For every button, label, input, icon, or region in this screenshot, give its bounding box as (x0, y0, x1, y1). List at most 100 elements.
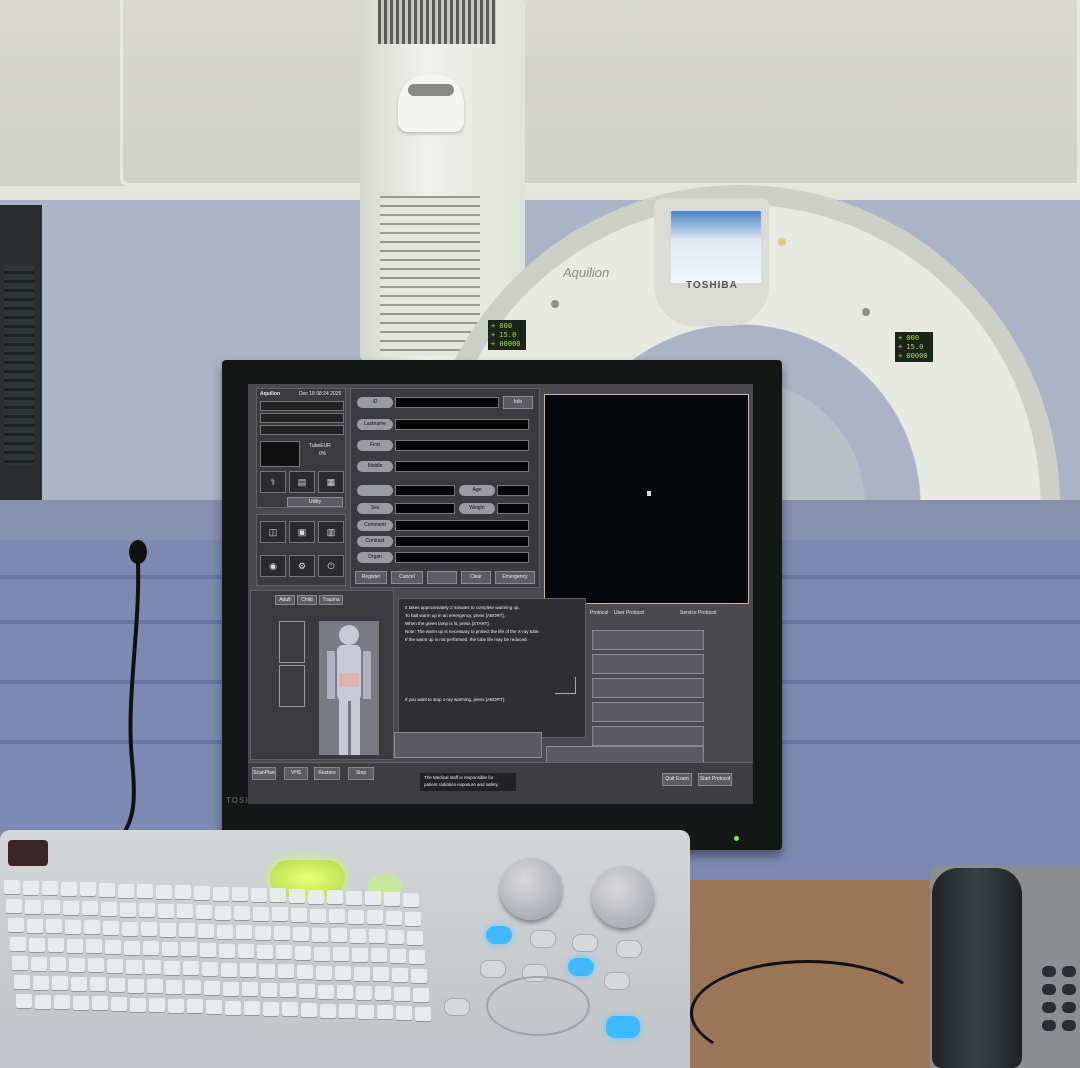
keyboard-key[interactable] (202, 962, 218, 976)
keyboard-key[interactable] (6, 899, 22, 913)
phone-key[interactable] (1042, 1002, 1056, 1013)
keyboard-key[interactable] (111, 997, 127, 1011)
weight-field[interactable] (497, 503, 529, 514)
settings-icon[interactable]: ⚙ (289, 555, 315, 577)
protocol-row[interactable] (592, 726, 704, 746)
keyboard-key[interactable] (29, 938, 45, 952)
keyboard-key[interactable] (128, 979, 144, 993)
image-icon[interactable]: ▥ (318, 521, 344, 543)
couch-knob-right[interactable] (592, 866, 654, 928)
lit-button[interactable] (606, 1016, 640, 1038)
scanplan-button[interactable]: ScanPlan (252, 767, 276, 780)
keyboard-key[interactable] (4, 880, 20, 894)
organ-select[interactable] (395, 552, 529, 563)
keyboard-key[interactable] (377, 1005, 393, 1019)
keyboard-key[interactable] (221, 963, 237, 977)
camera-icon[interactable]: ◉ (260, 555, 286, 577)
keyboard-key[interactable] (327, 890, 343, 904)
keyboard-key[interactable] (291, 908, 307, 922)
protocol-row[interactable] (592, 678, 704, 698)
keyboard-key[interactable] (8, 918, 24, 932)
keyboard-key[interactable] (240, 963, 256, 977)
console-button[interactable] (572, 934, 598, 952)
keyboard-key[interactable] (299, 984, 315, 998)
tab-trauma[interactable]: Trauma (319, 595, 343, 605)
keyboard-key[interactable] (223, 982, 239, 996)
keyboard-key[interactable] (232, 887, 248, 901)
keyboard-key[interactable] (386, 911, 402, 925)
keyboard-key[interactable] (320, 1004, 336, 1018)
keyboard-key[interactable] (365, 891, 381, 905)
keyboard-key[interactable] (164, 961, 180, 975)
keyboard-key[interactable] (405, 912, 421, 926)
age-field[interactable] (497, 485, 529, 496)
phone-key[interactable] (1042, 984, 1056, 995)
phone-key[interactable] (1062, 984, 1076, 995)
keyboard-key[interactable] (194, 886, 210, 900)
keyboard-key[interactable] (185, 980, 201, 994)
keyboard-key[interactable] (280, 983, 296, 997)
keyboard-key[interactable] (312, 928, 328, 942)
lower-body-icon[interactable] (279, 665, 305, 707)
tab-adult[interactable]: Adult (275, 595, 295, 605)
couch-knob-left[interactable] (500, 858, 562, 920)
console-button[interactable] (604, 972, 630, 990)
lit-button[interactable] (486, 926, 512, 944)
keyboard-key[interactable] (403, 893, 419, 907)
keyboard-key[interactable] (329, 909, 345, 923)
keyboard-key[interactable] (50, 957, 66, 971)
keyboard-key[interactable] (84, 920, 100, 934)
keyboard-key[interactable] (86, 939, 102, 953)
keyboard-key[interactable] (318, 985, 334, 999)
keyboard-key[interactable] (289, 889, 305, 903)
keyboard-key[interactable] (63, 901, 79, 915)
keyboard-key[interactable] (166, 980, 182, 994)
keyboard-key[interactable] (126, 960, 142, 974)
keyboard-key[interactable] (42, 881, 58, 895)
keyboard-key[interactable] (206, 1000, 222, 1014)
keyboard-key[interactable] (92, 996, 108, 1010)
keyboard-key[interactable] (10, 937, 26, 951)
start-protocol-button[interactable]: Start Protocol (698, 773, 732, 786)
protocol-row[interactable] (592, 630, 704, 650)
keyboard-key[interactable] (52, 976, 68, 990)
keyboard-key[interactable] (54, 995, 70, 1009)
archive-icon[interactable]: ▣ (289, 521, 315, 543)
keyboard-key[interactable] (196, 905, 212, 919)
keyboard-key[interactable] (411, 969, 427, 983)
keyboard-key[interactable] (244, 1001, 260, 1015)
keyboard-key[interactable] (371, 948, 387, 962)
keyboard-key[interactable] (46, 919, 62, 933)
keyboard-key[interactable] (183, 961, 199, 975)
keyboard-key[interactable] (130, 998, 146, 1012)
cancel-button[interactable]: Cancel (391, 571, 423, 584)
keyboard-key[interactable] (263, 1002, 279, 1016)
emergency-stop-button[interactable] (8, 840, 48, 866)
keyboard-key[interactable] (333, 947, 349, 961)
keyboard-key[interactable] (257, 945, 273, 959)
detail-button[interactable] (427, 571, 457, 584)
keyboard-key[interactable] (139, 903, 155, 917)
keyboard-key[interactable] (354, 967, 370, 981)
protocol-row[interactable] (394, 732, 542, 758)
keyboard-key[interactable] (314, 947, 330, 961)
keyboard-key[interactable] (409, 950, 425, 964)
keyboard-key[interactable] (369, 929, 385, 943)
keyboard-key[interactable] (234, 906, 250, 920)
keyboard-key[interactable] (149, 998, 165, 1012)
keyboard-key[interactable] (162, 942, 178, 956)
sex-select[interactable] (395, 503, 455, 514)
emergency-button[interactable]: Emergency (495, 571, 535, 584)
keyboard-key[interactable] (259, 964, 275, 978)
keyboard-key[interactable] (310, 909, 326, 923)
keyboard-key[interactable] (339, 1004, 355, 1018)
phone-key[interactable] (1042, 966, 1056, 977)
lastname-field[interactable] (395, 419, 529, 430)
keyboard-key[interactable] (219, 944, 235, 958)
keyboard-key[interactable] (23, 881, 39, 895)
register-button[interactable]: Register (355, 571, 387, 584)
keyboard-key[interactable] (137, 884, 153, 898)
keyboard-key[interactable] (278, 964, 294, 978)
keyboard-key[interactable] (99, 883, 115, 897)
keyboard-key[interactable] (396, 1006, 412, 1020)
